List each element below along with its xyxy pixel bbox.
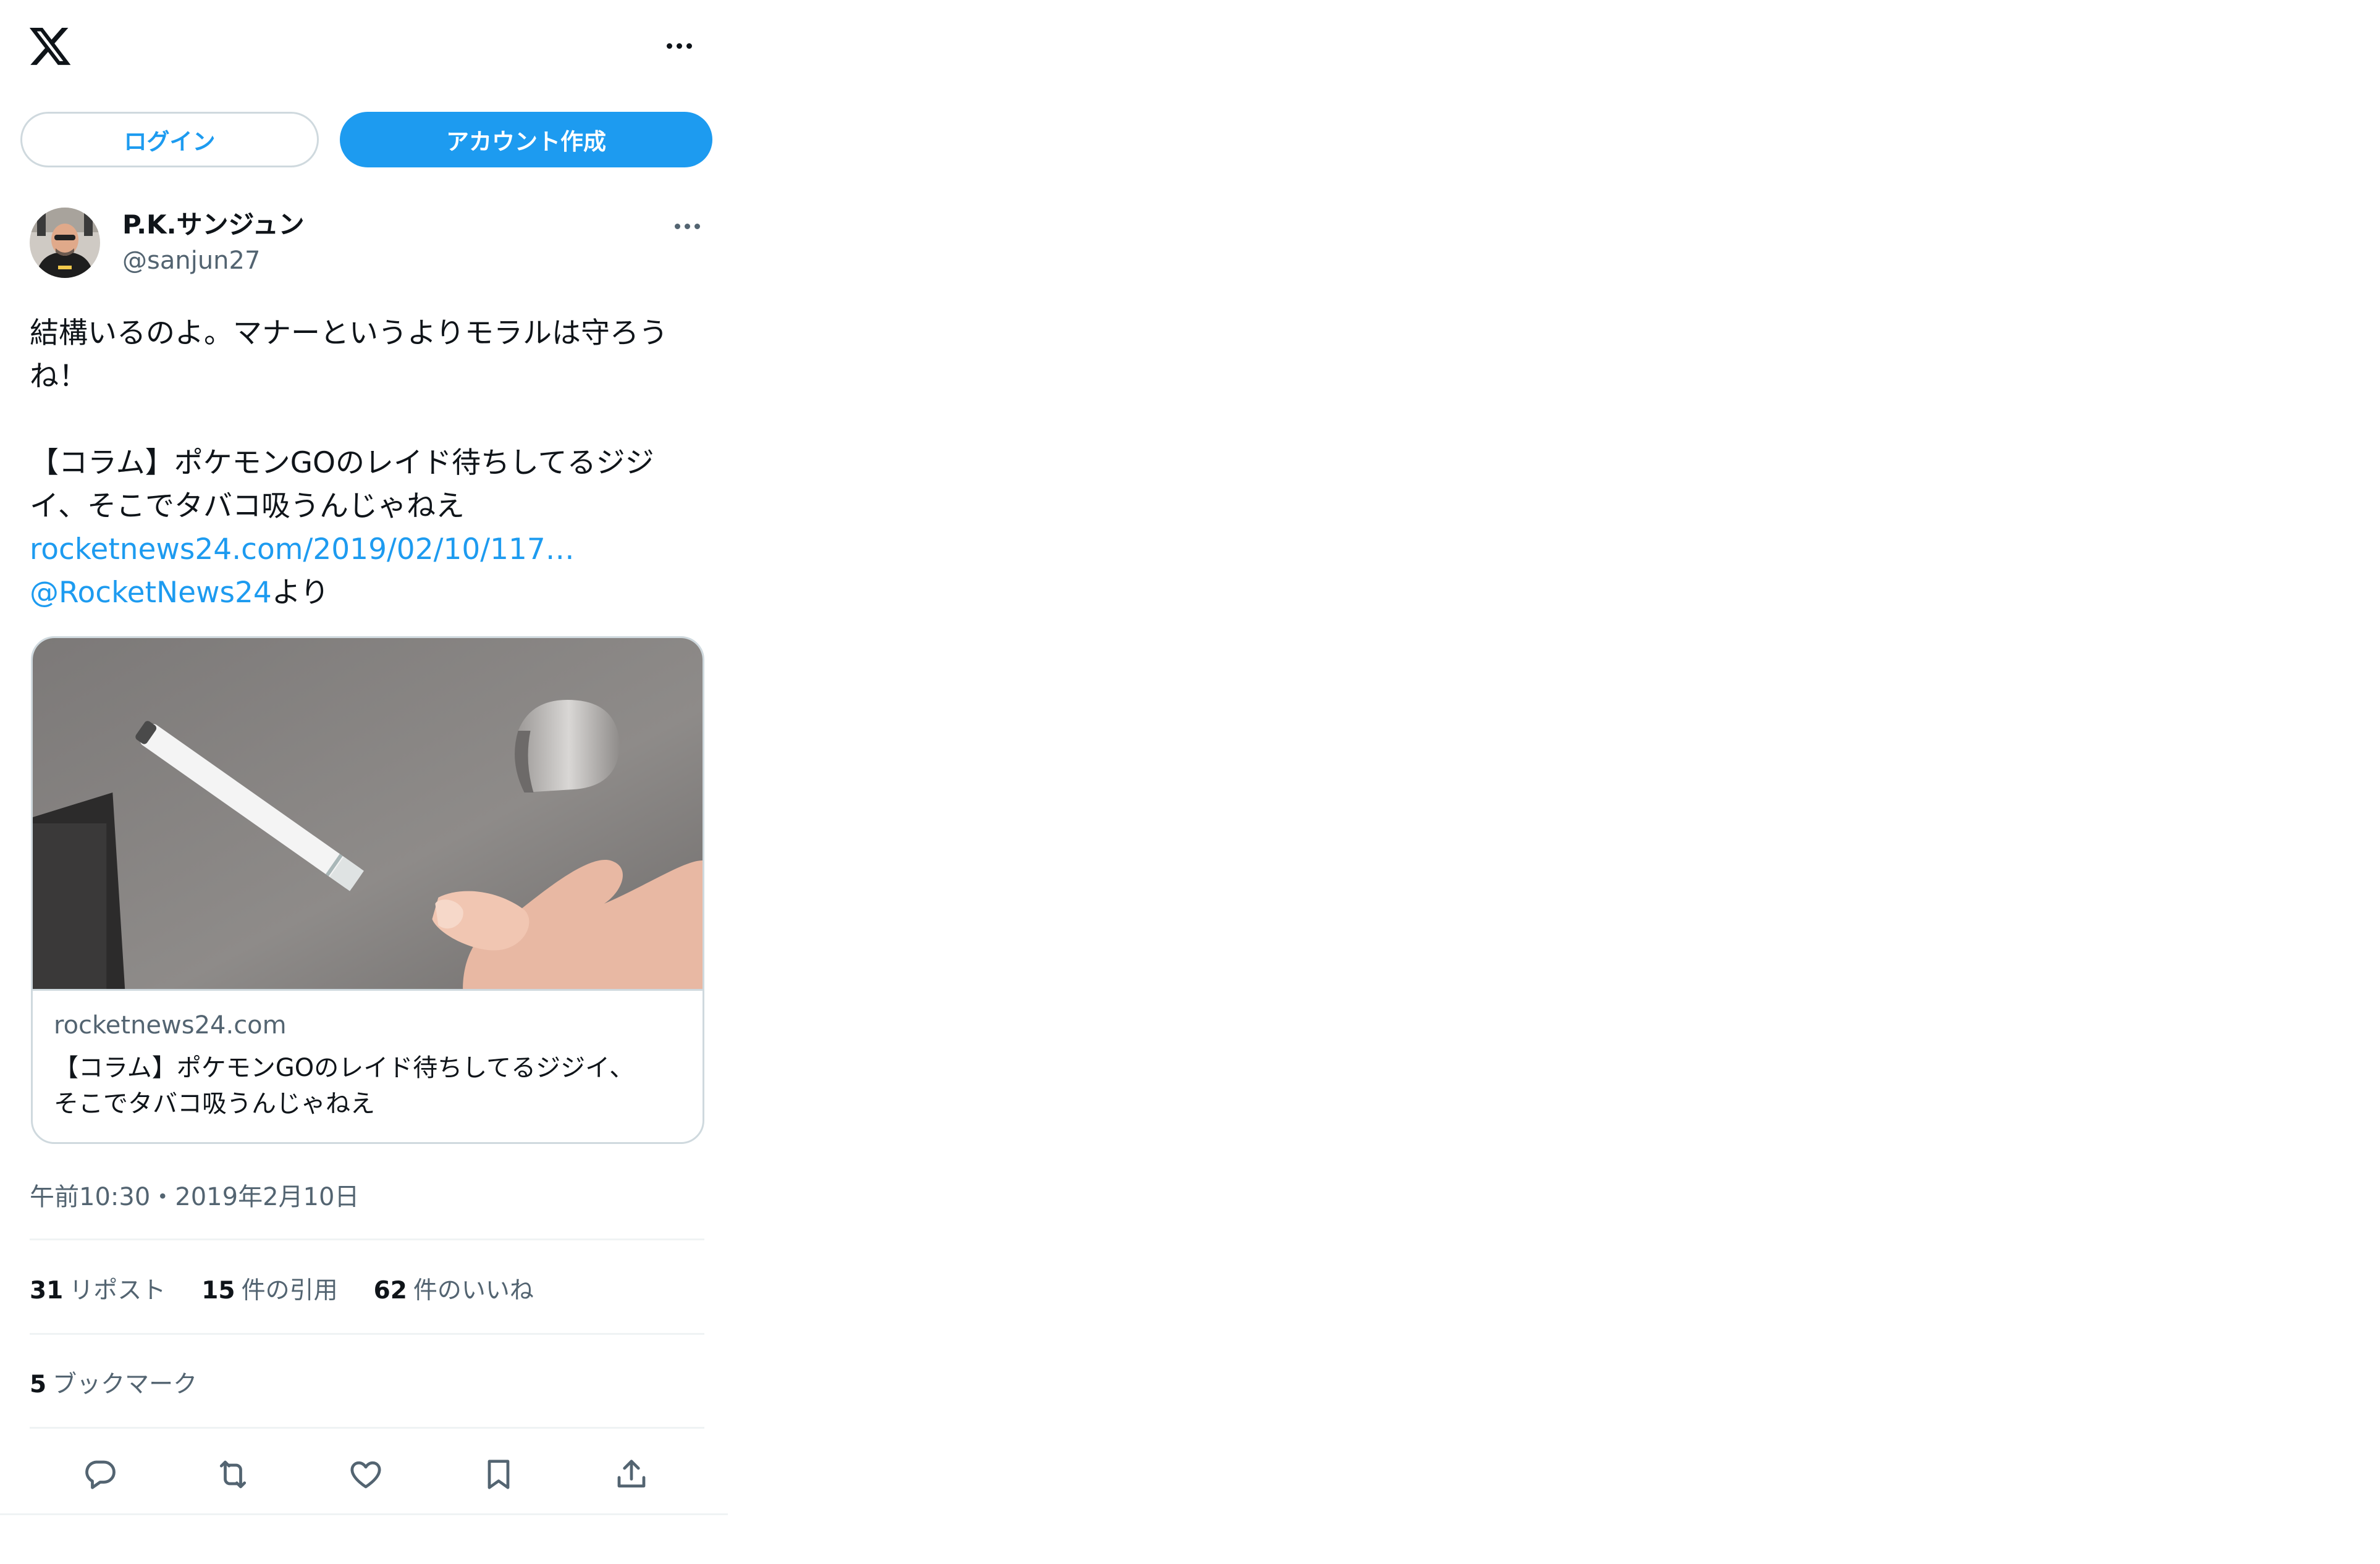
tweet-text-line: 結構いるのよ。マナーというよりモラルは守ろう bbox=[30, 316, 669, 350]
likes-stat[interactable]: 62 件のいいね bbox=[374, 1271, 534, 1306]
tweet-text-line: 【コラム】ポケモンGOのレイド待ちしてるジジ bbox=[30, 446, 654, 480]
article-link[interactable]: rocketnews24.com/2019/02/10/117… bbox=[30, 532, 575, 566]
bookmarks-stat: 5 ブックマーク bbox=[30, 1365, 197, 1400]
reposts-label: リポスト bbox=[69, 1277, 166, 1305]
tweet-more-icon[interactable] bbox=[669, 215, 706, 237]
quotes-label: 件の引用 bbox=[241, 1277, 338, 1305]
link-card[interactable]: rocketnews24.com 【コラム】ポケモンGOのレイド待ちしてるジジイ… bbox=[31, 636, 704, 1144]
more-icon[interactable] bbox=[660, 32, 698, 59]
engagement-stats: 31 リポスト 15 件の引用 62 件のいいね bbox=[30, 1271, 534, 1306]
tweet-text-line: ね！ bbox=[30, 359, 88, 393]
divider bbox=[30, 1427, 704, 1429]
repost-icon[interactable] bbox=[211, 1453, 255, 1496]
reposts-count: 31 bbox=[30, 1277, 64, 1305]
mention-link[interactable]: @RocketNews24 bbox=[30, 576, 272, 610]
bookmarks-label: ブックマーク bbox=[53, 1371, 198, 1398]
avatar[interactable] bbox=[30, 208, 100, 278]
likes-count: 62 bbox=[373, 1277, 407, 1305]
divider bbox=[30, 1238, 704, 1240]
bookmarks-count: 5 bbox=[30, 1371, 47, 1398]
tweet-timestamp[interactable]: 午前10:30・2019年2月10日 bbox=[30, 1177, 359, 1213]
tweet-text-line: イ、そこでタバコ吸うんじゃねえ bbox=[30, 489, 465, 523]
share-icon[interactable] bbox=[610, 1453, 653, 1496]
tweet-column: ログイン アカウント作成 P.K.サンジュン @sanjun27 結構いるのよ。… bbox=[0, 0, 728, 1515]
author-handle[interactable]: @sanjun27 bbox=[122, 245, 260, 277]
quotes-stat[interactable]: 15 件の引用 bbox=[201, 1271, 337, 1306]
bookmark-icon[interactable] bbox=[477, 1453, 520, 1496]
card-title-line: そこでタバコ吸うんじゃねえ bbox=[54, 1090, 375, 1118]
mention-suffix: より bbox=[271, 576, 329, 610]
quotes-count: 15 bbox=[201, 1277, 235, 1305]
author-name[interactable]: P.K.サンジュン bbox=[122, 208, 305, 242]
card-title-line: 【コラム】ポケモンGOのレイド待ちしてるジジイ、 bbox=[54, 1054, 635, 1082]
card-title: 【コラム】ポケモンGOのレイド待ちしてるジジイ、 そこでタバコ吸うんじゃねえ bbox=[54, 1050, 678, 1122]
card-image bbox=[33, 638, 703, 991]
card-domain: rocketnews24.com bbox=[54, 1011, 287, 1040]
x-logo-icon[interactable] bbox=[27, 23, 73, 69]
signup-button[interactable]: アカウント作成 bbox=[340, 112, 712, 167]
tweet-text: 結構いるのよ。マナーというよりモラルは守ろう ね！ 【コラム】ポケモンGOのレイ… bbox=[30, 312, 703, 615]
reply-icon[interactable] bbox=[78, 1453, 122, 1496]
divider bbox=[30, 1333, 704, 1335]
reposts-stat[interactable]: 31 リポスト bbox=[30, 1271, 166, 1306]
likes-label: 件のいいね bbox=[413, 1277, 534, 1305]
like-icon[interactable] bbox=[344, 1453, 387, 1496]
login-button[interactable]: ログイン bbox=[20, 112, 319, 167]
